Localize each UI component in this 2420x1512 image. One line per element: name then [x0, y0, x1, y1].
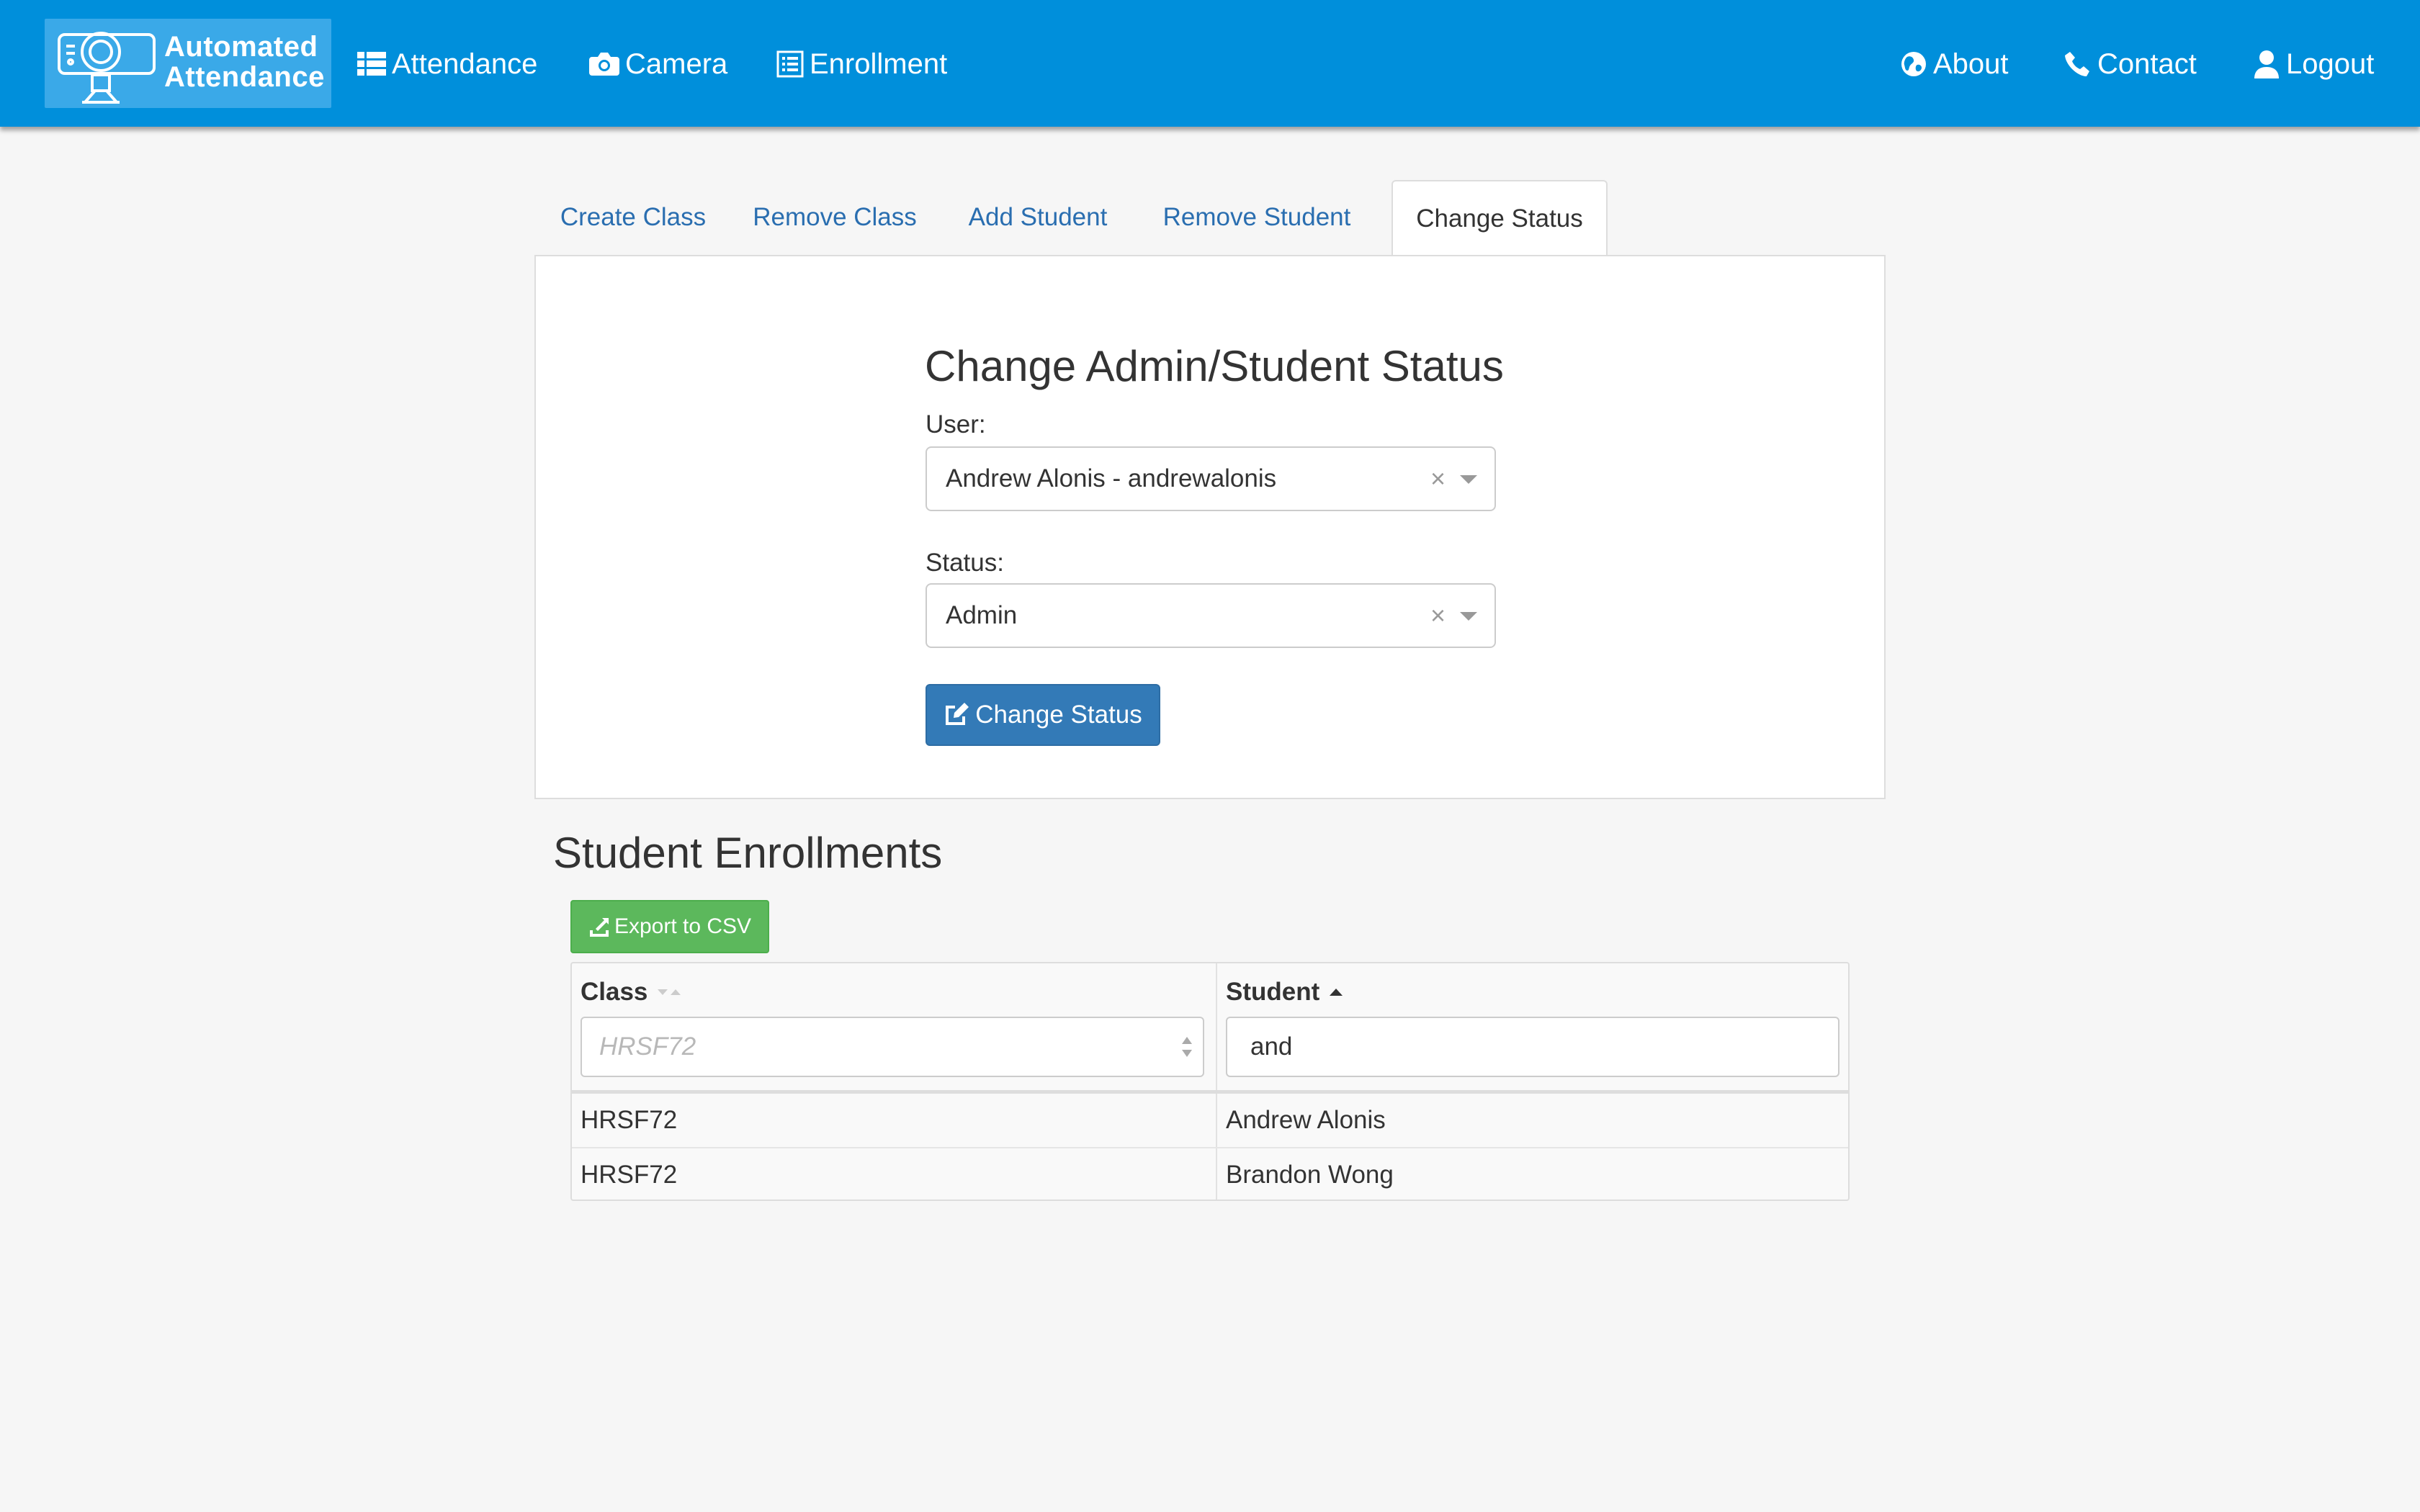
top-navbar: Automated Attendance Attendance Camera E…	[0, 0, 2420, 127]
brand-name: Automated Attendance	[164, 32, 325, 92]
class-sort-header[interactable]: Class	[581, 978, 686, 1007]
status-clear-icon[interactable]: ×	[1430, 585, 1446, 647]
class-column-header: Class HRSF72	[572, 963, 1216, 1090]
user-clear-icon[interactable]: ×	[1430, 448, 1446, 510]
nav-enrollment[interactable]: Enrollment	[776, 42, 947, 86]
class-filter-select[interactable]: HRSF72	[581, 1017, 1204, 1077]
status-select[interactable]: Admin ×	[926, 583, 1496, 648]
sort-ascending-icon	[1330, 989, 1343, 996]
nav-logout[interactable]: Logout	[2253, 42, 2374, 86]
tab-create-class[interactable]: Create Class	[534, 180, 732, 255]
enrollments-table: Class HRSF72 Student HRSF72	[570, 962, 1850, 1201]
class-cell: HRSF72	[581, 1106, 678, 1134]
class-header-label: Class	[581, 978, 648, 1006]
enrollment-tabs: Create Class Remove Class Add Student Re…	[534, 180, 1886, 256]
user-icon	[2254, 50, 2279, 78]
user-label: User:	[926, 410, 986, 438]
table-row[interactable]: HRSF72 Andrew Alonis	[572, 1094, 1848, 1147]
user-chevron-down-icon[interactable]	[1460, 475, 1477, 484]
class-filter-placeholder: HRSF72	[599, 1032, 696, 1061]
nav-logout-label: Logout	[2286, 48, 2375, 80]
tab-add-student[interactable]: Add Student	[938, 180, 1138, 255]
nav-contact[interactable]: Contact	[2064, 42, 2197, 86]
select-updown-icon	[1182, 1037, 1192, 1057]
tab-remove-student[interactable]: Remove Student	[1138, 180, 1376, 255]
brand-line-2: Attendance	[164, 61, 325, 93]
nav-about-label: About	[1933, 48, 2009, 80]
phone-icon	[2065, 52, 2089, 76]
nav-attendance-label: Attendance	[392, 48, 538, 80]
camera-icon	[589, 53, 619, 76]
list-alt-icon	[776, 50, 804, 78]
tab-remove-class[interactable]: Remove Class	[732, 180, 938, 255]
nav-enrollment-label: Enrollment	[810, 48, 948, 80]
user-select-value: Andrew Alonis - andrewalonis	[946, 464, 1277, 492]
change-status-button[interactable]: Change Status	[926, 684, 1160, 746]
status-chevron-down-icon[interactable]	[1460, 612, 1477, 621]
edit-icon	[946, 703, 969, 725]
student-filter-field[interactable]	[1227, 1018, 1838, 1076]
status-label: Status:	[926, 549, 1004, 577]
nav-attendance[interactable]: Attendance	[357, 42, 537, 86]
change-status-button-label: Change Status	[975, 701, 1142, 729]
sort-icon	[658, 989, 681, 995]
student-column-header: Student	[1217, 963, 1848, 1090]
tab-change-status[interactable]: Change Status	[1392, 180, 1608, 256]
student-filter-input[interactable]	[1226, 1017, 1839, 1077]
student-header-label: Student	[1226, 978, 1320, 1006]
user-select[interactable]: Andrew Alonis - andrewalonis ×	[926, 446, 1496, 511]
brand-logo[interactable]: Automated Attendance	[45, 19, 331, 108]
student-sort-header[interactable]: Student	[1226, 978, 1343, 1007]
status-select-value: Admin	[946, 601, 1018, 629]
globe-icon	[1901, 52, 1926, 76]
panel-title: Change Admin/Student Status	[925, 342, 1504, 390]
list-icon	[357, 52, 386, 76]
export-csv-button[interactable]: Export to CSV	[570, 900, 769, 953]
brand-line-1: Automated	[164, 31, 318, 63]
table-row[interactable]: HRSF72 Brandon Wong	[572, 1147, 1848, 1200]
change-status-panel: Change Admin/Student Status User: Andrew…	[534, 255, 1886, 799]
class-cell: HRSF72	[581, 1161, 678, 1189]
nav-contact-label: Contact	[2097, 48, 2197, 80]
camera-logo-icon	[58, 32, 156, 104]
student-cell: Andrew Alonis	[1226, 1106, 1386, 1134]
enrollments-title: Student Enrollments	[553, 829, 943, 877]
nav-camera[interactable]: Camera	[589, 42, 727, 86]
student-cell: Brandon Wong	[1226, 1161, 1394, 1189]
nav-about[interactable]: About	[1900, 42, 2009, 86]
export-csv-label: Export to CSV	[614, 914, 752, 938]
nav-camera-label: Camera	[625, 48, 728, 80]
export-icon	[589, 918, 609, 937]
